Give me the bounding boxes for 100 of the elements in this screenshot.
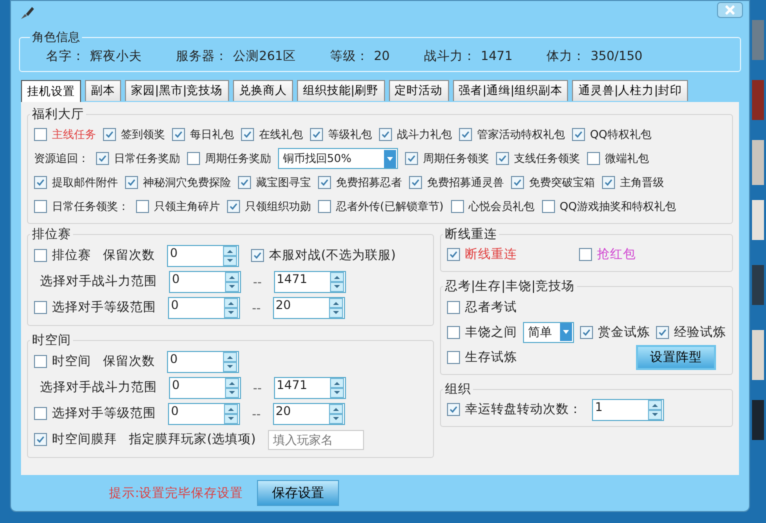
checkbox[interactable]	[409, 176, 422, 190]
checkbox[interactable]	[125, 176, 138, 190]
tab[interactable]: 强者|通缉|组织副本	[452, 80, 568, 101]
checkbox[interactable]	[379, 128, 392, 142]
spin-box[interactable]: 1	[592, 398, 664, 421]
checkbox[interactable]	[103, 128, 116, 142]
stepper-arrows-icon[interactable]	[330, 378, 344, 398]
checkbox-label[interactable]: 日常任务领奖：	[52, 199, 129, 214]
checkbox-label[interactable]: 选择对手等级范围	[52, 405, 156, 422]
stepper-arrows-icon[interactable]	[328, 404, 343, 424]
checkbox-label[interactable]: 免费突破宝箱	[529, 175, 595, 190]
checkbox[interactable]	[447, 300, 460, 314]
tab[interactable]: 兑换商人	[232, 80, 293, 101]
stepper-arrows-icon[interactable]	[224, 298, 238, 318]
dropdown[interactable]: 铜币找回50%	[278, 148, 398, 170]
checkbox-label[interactable]: 时空间膜拜	[52, 431, 117, 448]
checkbox[interactable]	[34, 128, 47, 142]
checkbox[interactable]	[580, 326, 593, 339]
stepper-arrows-icon[interactable]	[225, 378, 239, 398]
checkbox[interactable]	[251, 249, 264, 262]
tab[interactable]: 副本	[85, 80, 121, 101]
checkbox-label[interactable]: 排位赛	[52, 247, 91, 264]
stepper-arrows-icon[interactable]	[330, 272, 344, 292]
spin-box[interactable]: 20	[272, 402, 345, 425]
checkbox-label[interactable]: 时空间	[52, 353, 91, 370]
checkbox[interactable]	[405, 152, 418, 166]
checkbox[interactable]	[34, 407, 47, 420]
save-button[interactable]: 保存设置	[257, 480, 340, 506]
stepper-arrows-icon[interactable]	[648, 400, 662, 420]
checkbox[interactable]	[447, 350, 460, 364]
checkbox[interactable]	[318, 176, 331, 190]
spin-box[interactable]: 20	[272, 296, 345, 319]
checkbox[interactable]	[34, 200, 47, 214]
checkbox[interactable]	[579, 248, 592, 262]
checkbox-label[interactable]: 支线任务领奖	[514, 151, 580, 166]
spin-box[interactable]: 1471	[274, 270, 346, 293]
tab[interactable]: 家园|黑市|竞技场	[125, 80, 229, 101]
checkbox-label[interactable]: QQ游戏抽奖和特权礼包	[560, 199, 676, 214]
checkbox[interactable]	[238, 176, 251, 190]
stepper-arrows-icon[interactable]	[223, 246, 237, 266]
checkbox[interactable]	[172, 128, 185, 142]
checkbox-label[interactable]: 主线任务	[52, 127, 96, 142]
checkbox[interactable]	[318, 200, 331, 214]
checkbox[interactable]	[241, 128, 254, 142]
tab[interactable]: 挂机设置	[21, 80, 81, 102]
stepper-arrows-icon[interactable]	[225, 272, 239, 292]
checkbox[interactable]	[227, 200, 240, 214]
checkbox-label[interactable]: QQ特权礼包	[590, 127, 652, 142]
checkbox[interactable]	[656, 326, 669, 339]
checkbox-label[interactable]: 每日礼包	[190, 127, 234, 142]
spin-box[interactable]: 0	[169, 270, 241, 293]
checkbox-label[interactable]: 忍者考试	[465, 298, 517, 316]
checkbox[interactable]	[602, 176, 615, 190]
checkbox-label[interactable]: 免费招募忍者	[336, 175, 402, 190]
checkbox[interactable]	[34, 176, 47, 190]
checkbox-label[interactable]: 周期任务奖励	[205, 151, 271, 166]
checkbox[interactable]	[572, 128, 585, 142]
checkbox-label[interactable]: 经验试炼	[674, 324, 726, 341]
checkbox[interactable]	[34, 249, 47, 262]
spin-box[interactable]: 0	[169, 376, 241, 399]
checkbox[interactable]	[459, 128, 472, 142]
checkbox-label[interactable]: 等级礼包	[328, 127, 372, 142]
checkbox-label[interactable]: 幸运转盘转动次数：	[465, 401, 582, 418]
spin-box[interactable]: 0	[168, 296, 240, 319]
checkbox-label[interactable]: 赏金试炼	[598, 324, 650, 341]
close-icon[interactable]	[717, 2, 743, 18]
checkbox-label[interactable]: 断线重连	[465, 246, 517, 264]
checkbox[interactable]	[447, 326, 460, 339]
player-name-field[interactable]: 填入玩家名	[268, 430, 364, 450]
checkbox-label[interactable]: 神秘洞穴免费探险	[143, 175, 231, 190]
checkbox[interactable]	[34, 433, 47, 446]
checkbox-label[interactable]: 忍者外传(已解锁章节)	[336, 199, 444, 214]
checkbox[interactable]	[34, 301, 47, 314]
checkbox-label[interactable]: 生存试炼	[465, 348, 517, 366]
checkbox-label[interactable]: 丰饶之间	[465, 324, 517, 341]
checkbox-label[interactable]: 日常任务奖励	[114, 151, 180, 166]
checkbox-label[interactable]: 心悦会员礼包	[468, 199, 535, 214]
checkbox[interactable]	[450, 200, 464, 214]
spin-box[interactable]: 0	[167, 350, 239, 373]
checkbox-label[interactable]: 微端礼包	[605, 151, 649, 166]
checkbox[interactable]	[587, 152, 600, 166]
checkbox-label[interactable]: 只领主角碎片	[154, 199, 220, 214]
tab[interactable]: 定时活动	[388, 80, 449, 101]
checkbox[interactable]	[96, 152, 109, 166]
checkbox[interactable]	[496, 152, 509, 166]
checkbox-label[interactable]: 主角晋级	[620, 175, 664, 190]
checkbox[interactable]	[136, 200, 149, 214]
spin-box[interactable]: 1471	[274, 376, 346, 399]
checkbox-label[interactable]: 签到领奖	[121, 127, 165, 142]
stepper-arrows-icon[interactable]	[328, 298, 343, 318]
dropdown[interactable]: 简单	[523, 322, 574, 343]
tab[interactable]: 组织技能|刷野	[296, 80, 385, 101]
checkbox[interactable]	[310, 128, 323, 142]
tab[interactable]: 通灵兽|人柱力|封印	[572, 80, 688, 101]
checkbox[interactable]	[34, 355, 47, 368]
checkbox-label[interactable]: 提取邮件附件	[52, 175, 118, 190]
checkbox[interactable]	[447, 403, 460, 416]
checkbox[interactable]	[542, 200, 555, 214]
checkbox-label[interactable]: 在线礼包	[259, 127, 303, 142]
stepper-arrows-icon[interactable]	[224, 404, 238, 424]
